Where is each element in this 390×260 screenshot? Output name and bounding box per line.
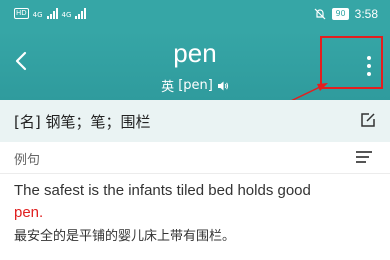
definition-bar: [名] 钢笔；笔；围栏 [0, 100, 390, 142]
hd-badge: HD [14, 8, 29, 19]
status-bar: HD 4G 4G 90 3:58 [0, 0, 390, 30]
definition-text: [名] 钢笔；笔；围栏 [14, 113, 151, 131]
battery-indicator: 90 [332, 8, 349, 20]
example-english: The safest is the infants tiled bed hold… [14, 180, 379, 224]
mute-icon [315, 8, 326, 20]
examples-label: 例句 [14, 153, 41, 168]
example-english-suffix: . [39, 204, 44, 221]
signal-icon-2 [75, 8, 87, 19]
status-right: 90 3:58 [314, 7, 378, 21]
clock: 3:58 [354, 7, 378, 21]
more-menu-button[interactable] [354, 52, 384, 80]
more-dot [367, 72, 371, 76]
example-chinese: 最安全的是平铺的婴儿床上带有围栏。 [14, 229, 236, 244]
signal-icon [46, 8, 58, 19]
more-dot [367, 64, 371, 68]
example-item: The safest is the infants tiled bed hold… [14, 180, 379, 248]
phonetic-text: [pen] [178, 78, 213, 93]
app-header: pen 英 [pen] [0, 30, 390, 100]
word-title: pen [173, 38, 217, 68]
speaker-icon[interactable] [217, 80, 229, 92]
status-left: HD 4G 4G [14, 8, 87, 19]
example-english-prefix: The safest is the infants tiled bed hold… [14, 182, 311, 199]
list-icon[interactable] [356, 151, 372, 165]
network-label-1: 4G [32, 11, 43, 19]
edit-icon[interactable] [360, 112, 376, 128]
pronunciation[interactable]: 英 [pen] [0, 76, 390, 95]
network-label-2: 4G [61, 11, 72, 19]
more-vertical-icon [367, 56, 371, 60]
example-keyword: pen [14, 204, 40, 221]
accent-label: 英 [161, 80, 175, 95]
examples-header: 例句 [0, 142, 390, 174]
